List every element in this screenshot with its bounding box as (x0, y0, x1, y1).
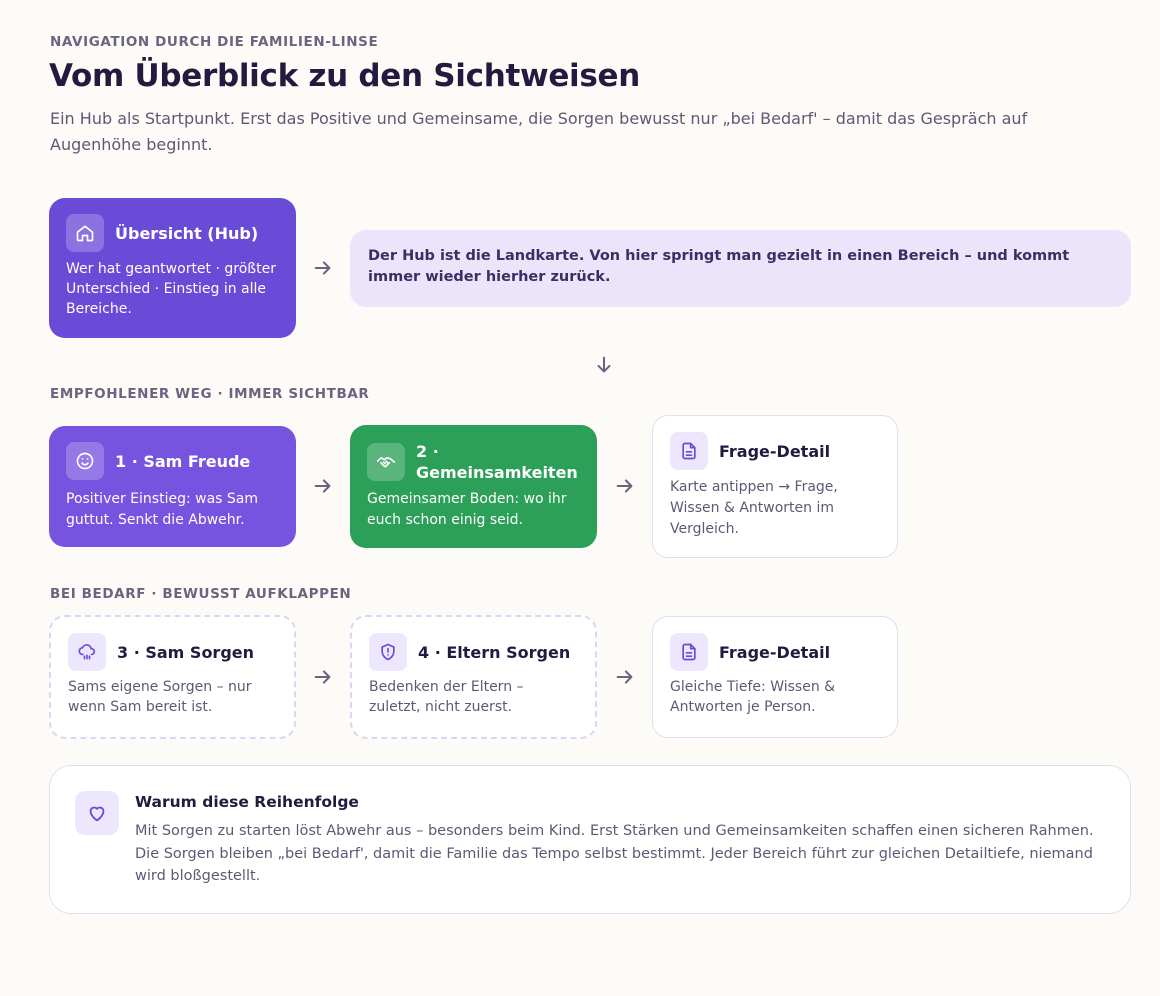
step-eltern-sorgen[interactable]: 4 · Eltern Sorgen Bedenken der Eltern – … (350, 615, 597, 739)
handshake-icon (367, 443, 405, 481)
step-title: 1 · Sam Freude (115, 451, 251, 471)
hub-card[interactable]: Übersicht (Hub) Wer hat geantwortet · gr… (49, 198, 296, 338)
shield-alert-icon (369, 633, 407, 671)
arrow-right-icon (312, 475, 334, 497)
section-label-recommended: EMPFOHLENER WEG · IMMER SICHTBAR (50, 386, 370, 402)
step-title: Frage-Detail (719, 441, 831, 461)
page-title: Vom Überblick zu den Sichtweisen (49, 58, 641, 94)
home-icon (66, 214, 104, 252)
step-frage-detail[interactable]: Frage-Detail Gleiche Tiefe: Wissen & Ant… (652, 616, 898, 738)
step-title: 3 · Sam Sorgen (117, 642, 255, 662)
arrow-right-icon (614, 475, 636, 497)
document-icon (670, 633, 708, 671)
step-sam-sorgen[interactable]: 3 · Sam Sorgen Sams eigene Sorgen – nur … (49, 615, 296, 739)
smile-icon (66, 442, 104, 480)
hub-note: Der Hub ist die Landkarte. Von hier spri… (350, 230, 1131, 307)
step-desc: Gemeinsamer Boden: wo ihr euch schon ein… (367, 491, 567, 528)
step-gemeinsamkeiten[interactable]: 2 · Gemeinsamkeiten Gemeinsamer Boden: w… (350, 425, 597, 548)
eyebrow: NAVIGATION DURCH DIE FAMILIEN-LINSE (50, 34, 379, 50)
arrow-down-icon (593, 354, 615, 376)
hub-desc: Wer hat geantwortet · größter Unterschie… (66, 261, 276, 317)
arrow-right-icon (312, 257, 334, 279)
step-desc: Positiver Einstieg: was Sam guttut. Senk… (66, 491, 259, 528)
step-desc: Karte antippen → Frage, Wissen & Antwort… (670, 479, 838, 537)
why-text: Mit Sorgen zu starten löst Abwehr aus – … (135, 823, 1094, 884)
page-subtitle: Ein Hub als Startpunkt. Erst das Positiv… (50, 109, 1028, 154)
step-desc: Bedenken der Eltern – zuletzt, nicht zue… (369, 679, 524, 715)
arrow-right-icon (614, 666, 636, 688)
step-title: 2 · Gemeinsamkeiten (416, 442, 578, 482)
why-box: Warum diese Reihenfolge Mit Sorgen zu st… (49, 765, 1131, 914)
step-sam-freude[interactable]: 1 · Sam Freude Positiver Einstieg: was S… (49, 426, 296, 547)
hub-title: Übersicht (Hub) (115, 223, 259, 243)
step-frage-detail[interactable]: Frage-Detail Karte antippen → Frage, Wis… (652, 415, 898, 558)
rain-cloud-icon (68, 633, 106, 671)
step-title: 4 · Eltern Sorgen (418, 642, 571, 662)
document-icon (670, 432, 708, 470)
arrow-right-icon (312, 666, 334, 688)
heart-icon (75, 791, 119, 835)
why-title: Warum diese Reihenfolge (135, 793, 359, 811)
section-label-on-demand: BEI BEDARF · BEWUSST AUFKLAPPEN (50, 586, 352, 602)
step-desc: Sams eigene Sorgen – nur wenn Sam bereit… (68, 679, 252, 715)
step-desc: Gleiche Tiefe: Wissen & Antworten je Per… (670, 679, 836, 715)
step-title: Frage-Detail (719, 642, 831, 662)
